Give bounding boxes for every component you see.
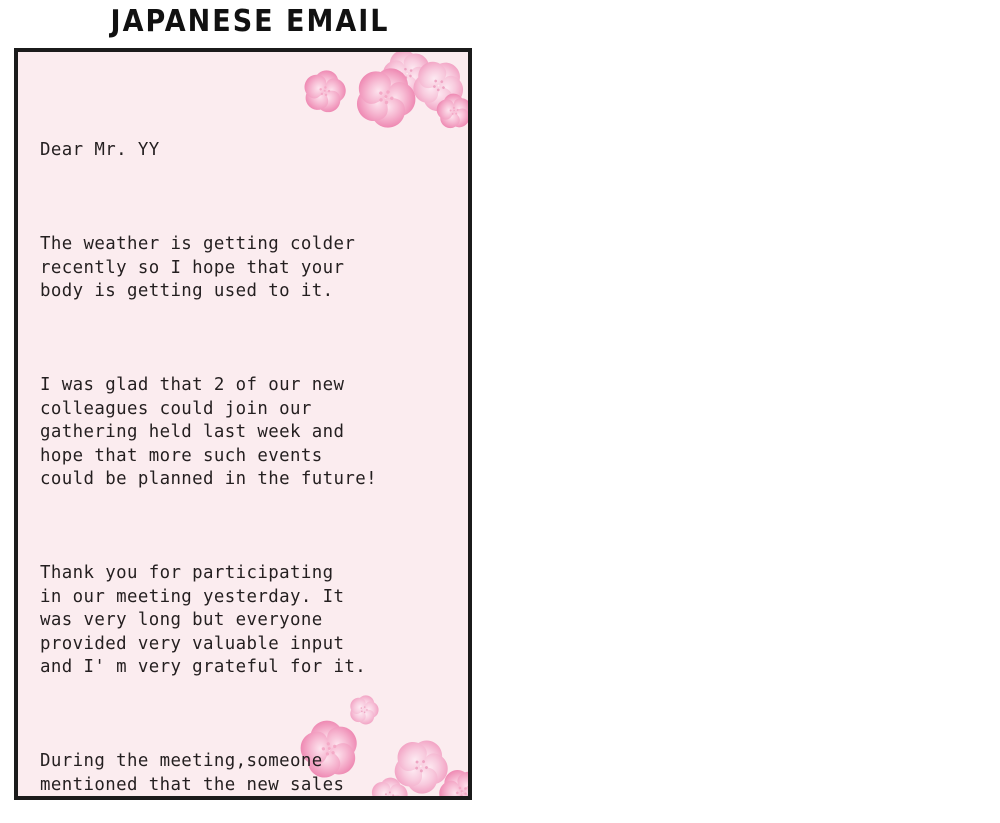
paragraph-meeting-thanks: Thank you for participating in our meeti… bbox=[40, 563, 367, 678]
paragraph-request: During the meeting,someone mentioned tha… bbox=[40, 751, 345, 795]
japanese-email-title: JAPANESE EMAIL bbox=[110, 4, 390, 39]
paragraph-weather: The weather is getting colder recently s… bbox=[40, 233, 356, 302]
comparison-board: JAPANESE EMAIL Dear Mr. YY The weather i… bbox=[0, 0, 1000, 823]
japanese-email-column: JAPANESE EMAIL Dear Mr. YY The weather i… bbox=[0, 0, 500, 823]
japanese-email-card: Dear Mr. YY The weather is getting colde… bbox=[14, 48, 472, 800]
japanese-email-body: Dear Mr. YY The weather is getting colde… bbox=[18, 52, 468, 796]
paragraph-gathering: I was glad that 2 of our new colleagues … bbox=[40, 374, 377, 490]
salutation: Dear Mr. YY bbox=[40, 140, 160, 161]
